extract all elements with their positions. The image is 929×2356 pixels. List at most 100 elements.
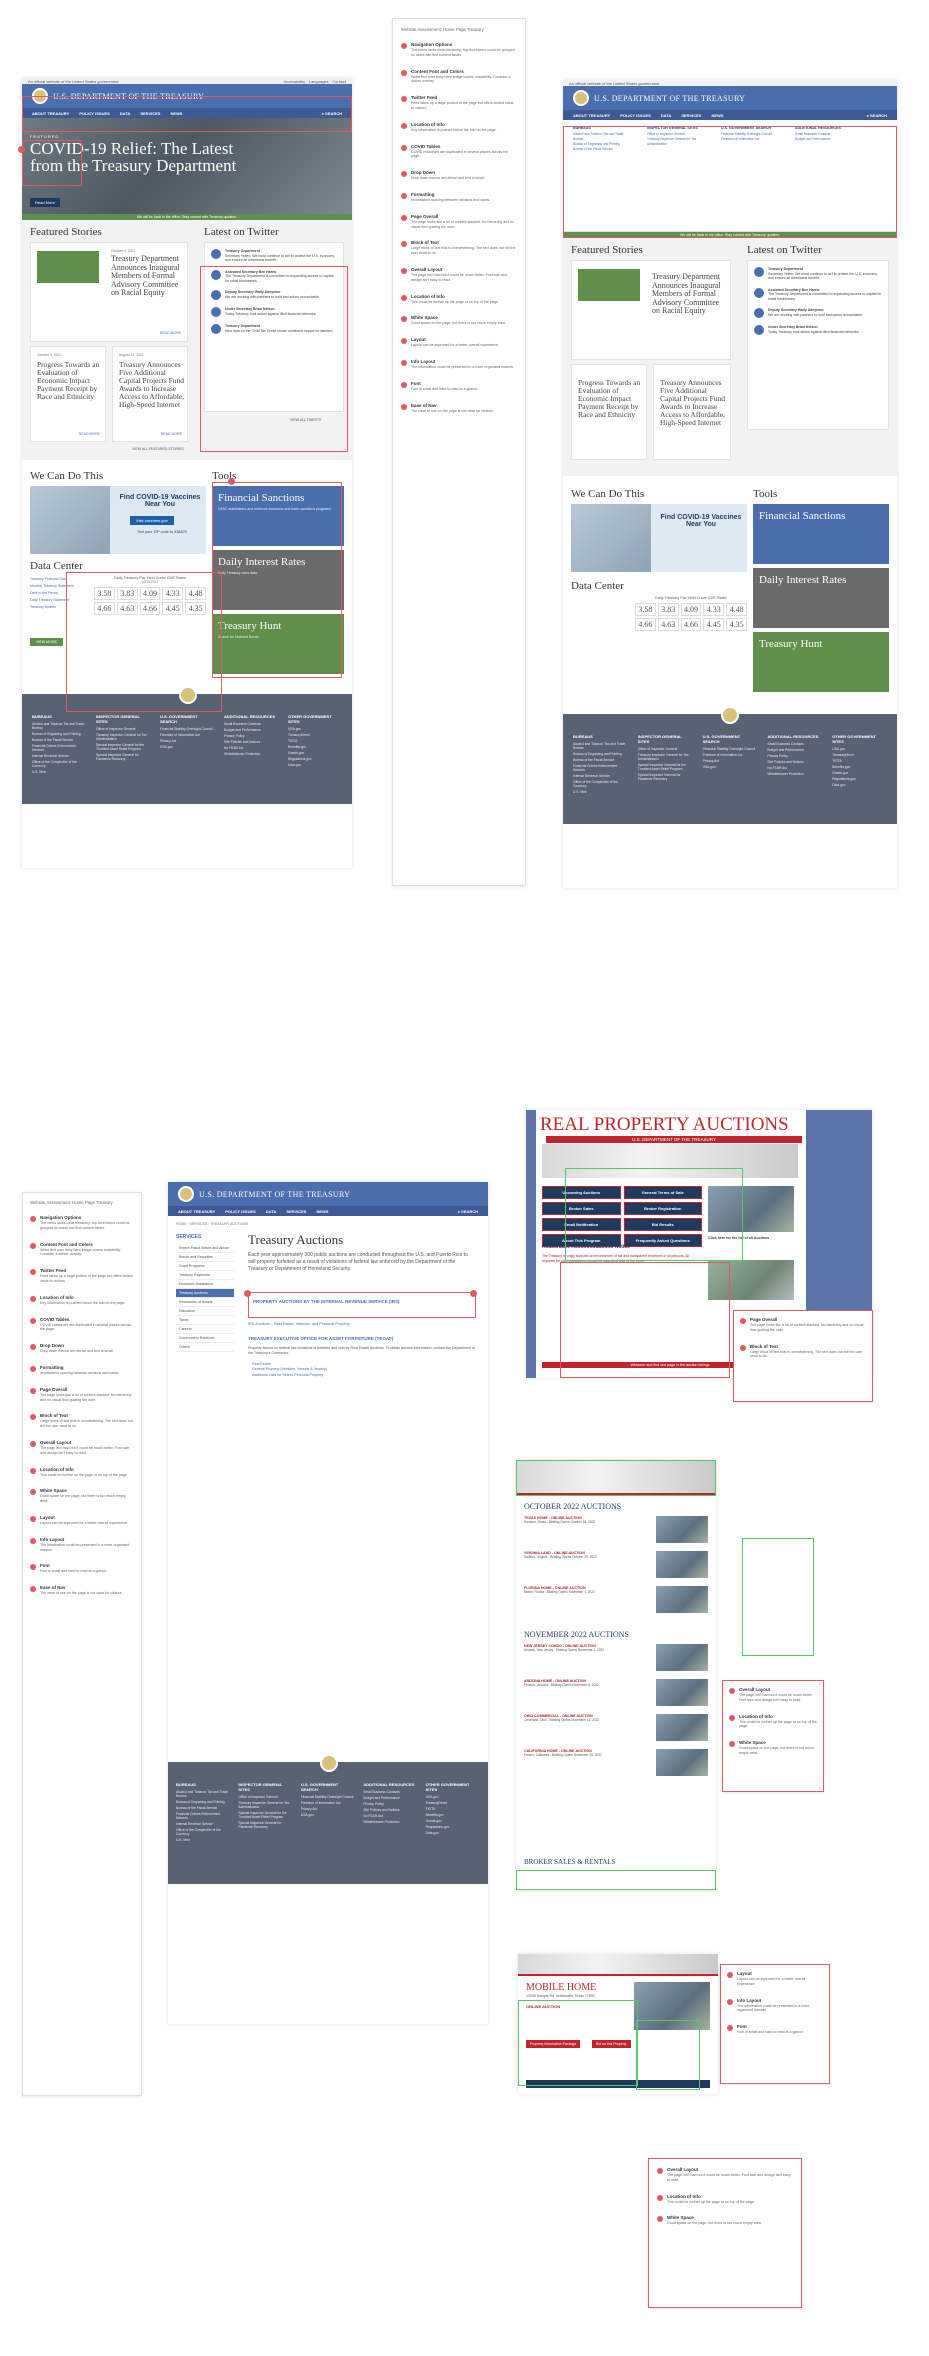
footer-link[interactable]: Financial Crimes Enforcement Network bbox=[176, 1812, 230, 1820]
footer-link[interactable]: Small Business Contacts bbox=[224, 722, 278, 726]
footer-link[interactable]: Whistleblower Protection bbox=[224, 752, 278, 756]
footer-link[interactable]: Financial Stability Oversight Council bbox=[160, 727, 214, 731]
footer-link[interactable]: Special Inspector General for Pandemic R… bbox=[638, 773, 693, 781]
footer-link[interactable]: Office of Inspector General bbox=[638, 747, 693, 751]
footer-link[interactable]: Data.gov bbox=[288, 763, 342, 767]
read-more-link[interactable]: READ MORE bbox=[79, 432, 100, 436]
footer-link[interactable]: Budget and Performance bbox=[363, 1796, 417, 1800]
nav-item[interactable]: SERVICES bbox=[681, 113, 701, 118]
annotation-box[interactable] bbox=[565, 1168, 743, 1261]
read-more-link[interactable]: READ MORE bbox=[160, 331, 181, 335]
data-center-more-button[interactable]: VIEW MORE bbox=[30, 638, 63, 646]
footer-link[interactable]: No FEAR Act bbox=[224, 746, 278, 750]
footer-link[interactable]: Freedom of Information Act bbox=[703, 753, 758, 757]
tweet[interactable]: Under Secretary Brian Nelson Today Treasu… bbox=[754, 325, 882, 335]
footer-link[interactable]: Financial Stability Oversight Council bbox=[703, 747, 758, 751]
footer-link[interactable]: Benefits.gov bbox=[426, 1813, 480, 1817]
gov-link[interactable]: Contact bbox=[332, 79, 346, 84]
footer-link[interactable]: Treasury Inspector General for Tax Admin… bbox=[96, 733, 150, 741]
gov-link[interactable]: Languages bbox=[309, 79, 329, 84]
sidebar-item[interactable]: Careers bbox=[176, 1325, 234, 1334]
footer-link[interactable]: Grants.gov bbox=[288, 751, 342, 755]
footer-link[interactable]: Alcohol and Tobacco Tax and Trade Bureau bbox=[32, 722, 86, 730]
footer-link[interactable]: No FEAR Act bbox=[767, 766, 822, 770]
sidebar-item[interactable]: Education bbox=[176, 1307, 234, 1316]
footer-link[interactable]: TreasuryDirect bbox=[832, 753, 887, 757]
footer-link[interactable]: Bureau of the Fiscal Service bbox=[32, 738, 86, 742]
sidebar-item[interactable]: Report Fraud Waste and Abuse bbox=[176, 1244, 234, 1253]
footer-link[interactable]: Freedom of Information Act bbox=[160, 733, 214, 737]
tweet[interactable]: Deputy Secretary Wally Adeyemo We are wor… bbox=[754, 308, 882, 318]
featured-card[interactable]: October 5, 2021 Progress Towards an Eval… bbox=[30, 346, 106, 442]
footer-link[interactable]: Special Inspector General for Pandemic R… bbox=[238, 1821, 292, 1829]
footer-link[interactable]: Benefits.gov bbox=[288, 745, 342, 749]
footer-link[interactable]: TreasuryDirect bbox=[288, 733, 342, 737]
footer-link[interactable]: Site Policies and Notices bbox=[767, 760, 822, 764]
list-item[interactable]: ARIZONA HOME - ONLINE AUCTION Phoenix, Ar… bbox=[524, 1679, 708, 1706]
footer-link[interactable]: Financial Crimes Enforcement Network bbox=[32, 744, 86, 752]
teoaf-link[interactable]: Additional Lists for Seized Personal Pro… bbox=[252, 1373, 327, 1378]
annotation-dot-icon[interactable] bbox=[18, 146, 25, 153]
footer-link[interactable]: No FEAR Act bbox=[363, 1814, 417, 1818]
annotation-box[interactable] bbox=[22, 140, 82, 186]
footer-link[interactable]: Budget and Performance bbox=[767, 748, 822, 752]
footer-link[interactable]: Bureau of Engraving and Printing bbox=[32, 732, 86, 736]
tool-financial-sanctions[interactable]: Financial Sanctions bbox=[753, 504, 889, 564]
list-item[interactable]: CALIFORNIA HOME - ONLINE AUCTION Fresno, … bbox=[524, 1749, 708, 1776]
nav-item[interactable]: NEWS bbox=[711, 113, 723, 118]
tool-treasury-hunt[interactable]: Treasury Hunt bbox=[753, 632, 889, 692]
footer-link[interactable]: Privacy Policy bbox=[767, 754, 822, 758]
footer-link[interactable]: Treasury Inspector General for Tax Admin… bbox=[638, 753, 693, 761]
annotation-box[interactable] bbox=[563, 126, 897, 238]
footer-link[interactable]: U.S. Mint bbox=[32, 770, 86, 774]
irs-auctions-link[interactable]: IRS Auctions – Real Estate, Vehicles, an… bbox=[248, 1322, 350, 1326]
annotation-box[interactable] bbox=[636, 2020, 700, 2090]
footer-link[interactable]: TIGTA bbox=[288, 739, 342, 743]
footer-link[interactable]: Office of Inspector General bbox=[96, 727, 150, 731]
annotation-box[interactable] bbox=[516, 1460, 716, 1496]
footer-link[interactable]: U.S. Mint bbox=[573, 790, 628, 794]
footer-link[interactable]: Office of the Comptroller of the Currenc… bbox=[573, 780, 628, 788]
footer-link[interactable]: Treasury Inspector General for Tax Admin… bbox=[238, 1801, 292, 1809]
footer-link[interactable]: Privacy Act bbox=[703, 759, 758, 763]
site-title[interactable]: U.S. DEPARTMENT OF THE TREASURY bbox=[199, 1190, 350, 1199]
annotation-dot-icon[interactable] bbox=[470, 1290, 477, 1297]
footer-link[interactable]: Privacy Policy bbox=[224, 734, 278, 738]
sidebar-item[interactable]: Government Relations bbox=[176, 1334, 234, 1343]
annotation-dot-icon[interactable] bbox=[244, 1290, 251, 1297]
annotation-box[interactable] bbox=[518, 2000, 638, 2086]
list-item[interactable]: OHIO COMMERCIAL - ONLINE AUCTION Clevelan… bbox=[524, 1714, 708, 1741]
featured-card[interactable]: Treasury Department Announces Inaugural … bbox=[571, 260, 731, 360]
nav-item[interactable]: DATA bbox=[266, 1209, 277, 1214]
sidebar-item[interactable]: Taxes bbox=[176, 1316, 234, 1325]
footer-link[interactable]: Financial Crimes Enforcement Network bbox=[573, 764, 628, 772]
footer-link[interactable]: Data.gov bbox=[832, 783, 887, 787]
seal-icon[interactable] bbox=[573, 90, 589, 106]
footer-link[interactable]: Alcohol and Tobacco Tax and Trade Bureau bbox=[573, 742, 628, 750]
footer-link[interactable]: Data.gov bbox=[426, 1831, 480, 1835]
footer-link[interactable]: Office of the Comptroller of the Currenc… bbox=[32, 760, 86, 768]
search-button[interactable]: ⌕ SEARCH bbox=[867, 113, 887, 118]
nav-item[interactable]: POLICY ISSUES bbox=[225, 1209, 256, 1214]
sidebar-item[interactable]: Economic Assistance bbox=[176, 1280, 234, 1289]
vaccine-ad[interactable]: Find COVID-19 Vaccines Near You Visit va… bbox=[30, 486, 206, 554]
annotation-box[interactable] bbox=[22, 96, 352, 132]
read-more-link[interactable]: READ MORE bbox=[161, 432, 182, 436]
sidebar-item[interactable]: Treasury Payments bbox=[176, 1271, 234, 1280]
nav-item[interactable]: ABOUT TREASURY bbox=[573, 113, 610, 118]
footer-link[interactable]: Grants.gov bbox=[832, 771, 887, 775]
footer-link[interactable]: Site Policies and Notices bbox=[363, 1808, 417, 1812]
tweet[interactable]: Treasury Department Secretary Yellen: We … bbox=[211, 249, 337, 263]
vaccine-ad[interactable]: Find COVID-19 Vaccines Near You bbox=[571, 504, 747, 572]
featured-card[interactable]: Treasury Announces Five Additional Capit… bbox=[653, 364, 731, 460]
list-item[interactable]: VIRGINIA LAND - ONLINE AUCTION Stafford, … bbox=[524, 1551, 708, 1578]
nav-item[interactable]: DATA bbox=[661, 113, 672, 118]
sidebar-item[interactable]: Grant Programs bbox=[176, 1262, 234, 1271]
annotation-box[interactable] bbox=[212, 482, 342, 678]
nav-item[interactable]: SERVICES bbox=[286, 1209, 306, 1214]
annotation-box[interactable] bbox=[66, 572, 222, 712]
footer-link[interactable]: Internal Revenue Service bbox=[176, 1822, 230, 1826]
footer-link[interactable]: USA.gov bbox=[832, 747, 887, 751]
footer-link[interactable]: Whistleblower Protection bbox=[363, 1820, 417, 1824]
footer-link[interactable]: Regulations.gov bbox=[426, 1825, 480, 1829]
